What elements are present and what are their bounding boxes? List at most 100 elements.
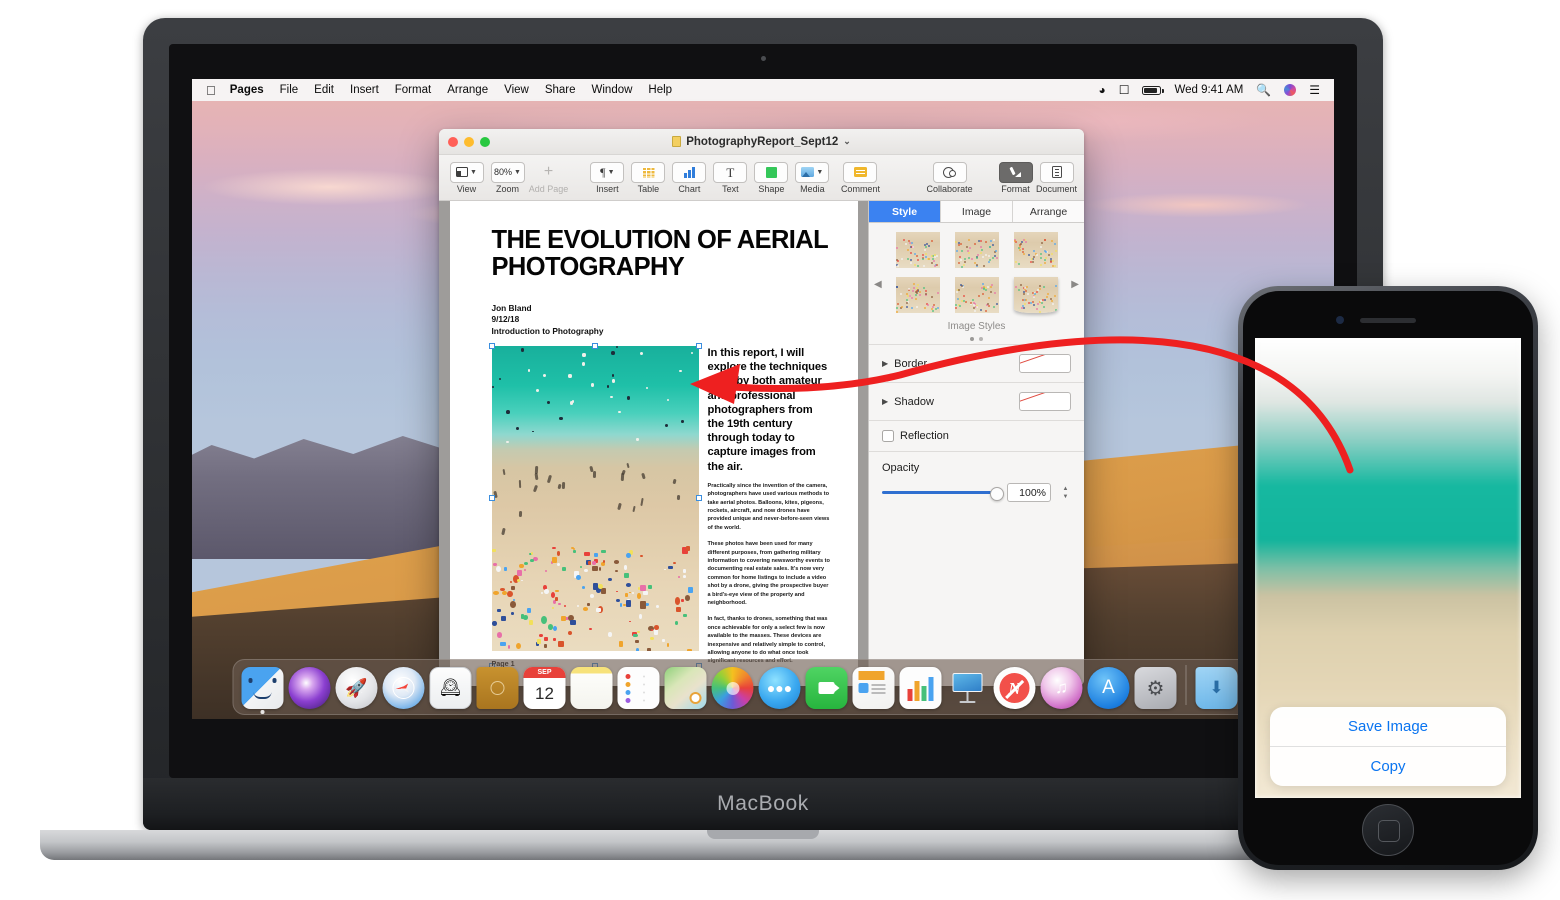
chevron-down-icon[interactable]: ⌄ xyxy=(843,136,851,147)
toolbar-insert-button[interactable]: ¶▼ Insert xyxy=(587,162,628,194)
page-title[interactable]: THE EVOLUTION OF AERIAL PHOTOGRAPHY xyxy=(492,227,832,282)
menu-item-help[interactable]: Help xyxy=(648,84,672,96)
dock-item-messages[interactable]: ●●● xyxy=(759,667,801,709)
menu-item-format[interactable]: Format xyxy=(395,84,431,96)
toolbar-add-page-button[interactable]: + Add Page xyxy=(528,162,569,194)
photo-detail xyxy=(564,605,566,606)
image-style-thumb[interactable] xyxy=(955,232,999,268)
body-paragraph-3[interactable]: These photos have been used for many dif… xyxy=(708,540,832,607)
shadow-row[interactable]: ▶ Shadow xyxy=(869,382,1084,420)
toolbar-view-button[interactable]: ▼ View xyxy=(446,162,487,194)
dock-item-maps[interactable] xyxy=(665,667,707,709)
toolbar-shape-button[interactable]: Shape xyxy=(751,162,792,194)
menu-item-arrange[interactable]: Arrange xyxy=(447,84,488,96)
body-paragraph-2[interactable]: Practically since the invention of the c… xyxy=(708,482,832,532)
selected-image-wrapper[interactable] xyxy=(492,346,699,666)
menu-item-pages[interactable]: Pages xyxy=(230,84,264,96)
dock-item-contacts[interactable] xyxy=(477,667,519,709)
dock-item-notes[interactable] xyxy=(571,667,613,709)
image-style-thumb[interactable] xyxy=(896,232,940,268)
stepper-up-icon[interactable]: ▲ xyxy=(1063,486,1069,492)
page-dot[interactable] xyxy=(970,337,974,341)
page-dot[interactable] xyxy=(979,337,983,341)
opacity-stepper[interactable]: ▲ ▼ xyxy=(1060,486,1071,500)
save-image-button[interactable]: Save Image xyxy=(1270,707,1506,746)
spotlight-search-icon[interactable]: 🔍 xyxy=(1256,84,1271,96)
menu-item-view[interactable]: View xyxy=(504,84,529,96)
dock-item-numbers[interactable] xyxy=(900,667,942,709)
toolbar-text-button[interactable]: T Text xyxy=(710,162,751,194)
dock-item-pages[interactable] xyxy=(853,667,895,709)
dock-item-keynote[interactable] xyxy=(947,667,989,709)
menu-item-share[interactable]: Share xyxy=(545,84,576,96)
text-column[interactable]: In this report, I will explore the techn… xyxy=(708,346,832,666)
dock-item-siri[interactable] xyxy=(289,667,331,709)
opacity-slider[interactable] xyxy=(882,491,998,494)
menu-item-window[interactable]: Window xyxy=(592,84,633,96)
copy-button[interactable]: Copy xyxy=(1270,747,1506,786)
dock-item-launchpad[interactable]: 🚀 xyxy=(336,667,378,709)
border-swatch[interactable] xyxy=(1019,354,1071,373)
dock-item-photos[interactable] xyxy=(712,667,754,709)
image-style-thumb[interactable] xyxy=(1014,232,1058,268)
disclosure-triangle-icon[interactable]: ▶ xyxy=(882,359,888,368)
reflection-row[interactable]: Reflection xyxy=(869,420,1084,451)
home-button[interactable] xyxy=(1362,804,1414,856)
reflection-checkbox[interactable] xyxy=(882,430,894,442)
window-title[interactable]: PhotographyReport_Sept12 xyxy=(686,136,838,148)
dock-item-facetime[interactable] xyxy=(806,667,848,709)
resize-handle-mr[interactable] xyxy=(696,495,702,501)
intro-paragraph[interactable]: In this report, I will explore the techn… xyxy=(708,346,832,474)
resize-handle-tr[interactable] xyxy=(696,343,702,349)
apple-logo-icon[interactable]:  xyxy=(206,84,216,97)
image-style-thumb[interactable] xyxy=(955,277,999,313)
shadow-swatch[interactable] xyxy=(1019,392,1071,411)
battery-icon[interactable] xyxy=(1142,86,1161,95)
tab-style[interactable]: Style xyxy=(869,201,941,222)
menu-item-edit[interactable]: Edit xyxy=(314,84,334,96)
resize-handle-tc[interactable] xyxy=(592,343,598,349)
image-style-thumb[interactable] xyxy=(1014,277,1058,313)
toolbar-table-button[interactable]: Table xyxy=(628,162,669,194)
tab-image[interactable]: Image xyxy=(941,201,1013,222)
menu-item-file[interactable]: File xyxy=(280,84,299,96)
document-page[interactable]: THE EVOLUTION OF AERIAL PHOTOGRAPHY Jon … xyxy=(450,201,858,686)
control-center-icon[interactable]: ☰ xyxy=(1309,84,1320,96)
dock-item-app-store[interactable]: A xyxy=(1088,667,1130,709)
siri-icon[interactable] xyxy=(1284,84,1296,96)
byline-block[interactable]: Jon Bland 9/12/18 Introduction to Photog… xyxy=(492,303,832,338)
styles-prev-arrow-icon[interactable]: ◀ xyxy=(874,279,882,290)
toolbar-document-button[interactable]: Document xyxy=(1036,162,1077,194)
stepper-down-icon[interactable]: ▼ xyxy=(1063,494,1069,500)
toolbar-chart-button[interactable]: Chart xyxy=(669,162,710,194)
dock-item-system-preferences[interactable]: ⚙ xyxy=(1135,667,1177,709)
document-canvas[interactable]: THE EVOLUTION OF AERIAL PHOTOGRAPHY Jon … xyxy=(439,201,868,686)
dock-item-calendar[interactable]: SEP 12 xyxy=(524,667,566,709)
toolbar-collaborate-button[interactable]: Collaborate xyxy=(922,162,977,194)
resize-handle-ml[interactable] xyxy=(489,495,495,501)
dock-item-safari[interactable] xyxy=(383,667,425,709)
toolbar-format-button[interactable]: Format xyxy=(995,162,1036,194)
styles-next-arrow-icon[interactable]: ▶ xyxy=(1071,279,1079,290)
toolbar-comment-button[interactable]: Comment xyxy=(833,162,888,194)
airplay-icon[interactable]: ☐ xyxy=(1119,84,1130,96)
opacity-value-field[interactable]: 100% xyxy=(1007,483,1051,502)
disclosure-triangle-icon[interactable]: ▶ xyxy=(882,397,888,406)
menu-item-insert[interactable]: Insert xyxy=(350,84,379,96)
wifi-icon[interactable]: ◕ xyxy=(1098,84,1105,96)
dock-item-news[interactable]: N xyxy=(994,667,1036,709)
dock-item-reminders[interactable] xyxy=(618,667,660,709)
aerial-beach-photo[interactable] xyxy=(492,346,699,651)
toolbar-media-button[interactable]: ▼ Media xyxy=(792,162,833,194)
photo-detail xyxy=(626,553,631,558)
dock-item-itunes[interactable]: ♫ xyxy=(1041,667,1083,709)
toolbar-zoom-control[interactable]: 80% ▼ Zoom xyxy=(487,162,528,194)
border-row[interactable]: ▶ Border xyxy=(869,344,1084,382)
dock-item-finder[interactable] xyxy=(242,667,284,709)
tab-arrange[interactable]: Arrange xyxy=(1013,201,1084,222)
resize-handle-tl[interactable] xyxy=(489,343,495,349)
dock-item-mail[interactable]: 🕰 xyxy=(430,667,472,709)
dock-item-downloads[interactable]: ⬇ xyxy=(1196,667,1238,709)
image-style-thumb[interactable] xyxy=(896,277,940,313)
menubar-clock[interactable]: Wed 9:41 AM xyxy=(1174,84,1243,96)
